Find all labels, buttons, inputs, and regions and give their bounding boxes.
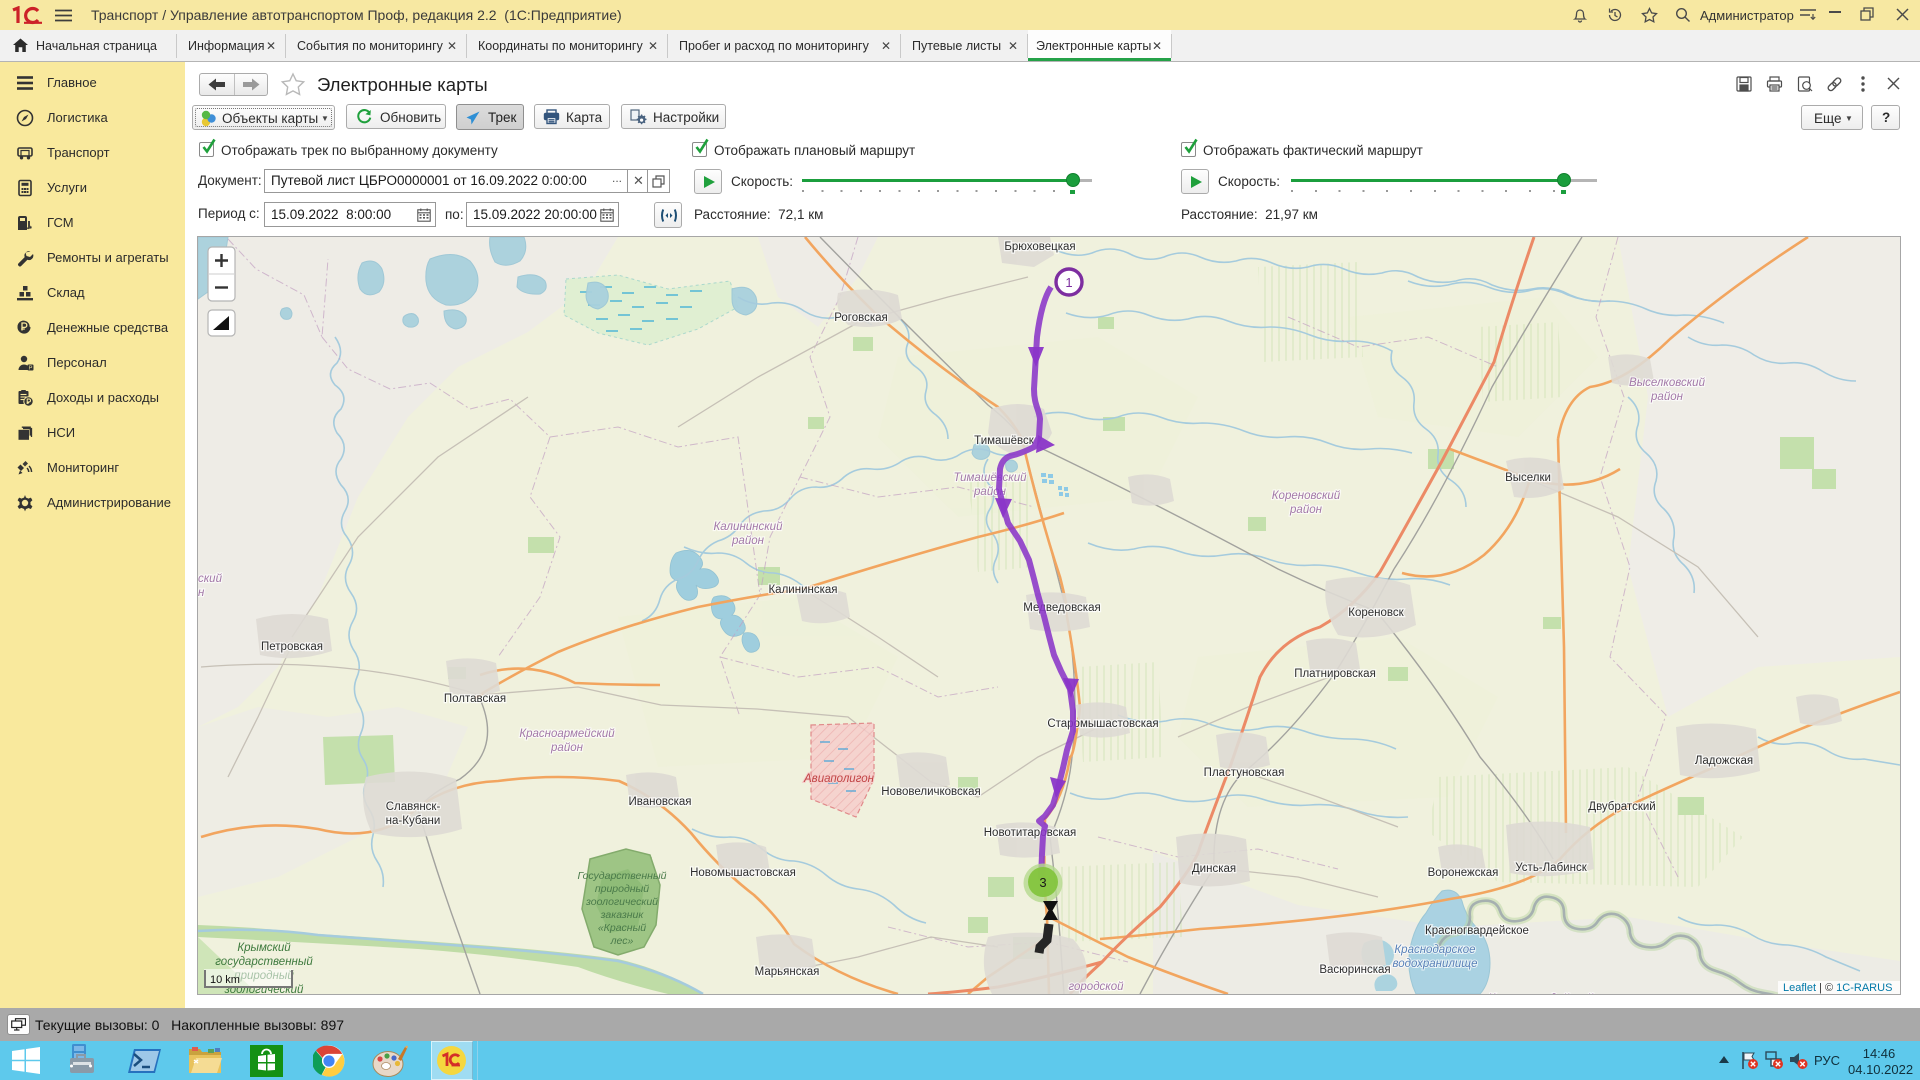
svg-text:зоологический: зоологический xyxy=(585,896,658,908)
svg-text:район: район xyxy=(1289,504,1323,516)
svg-text:на-Кубани: на-Кубани xyxy=(386,815,441,827)
svg-text:Старомышастовская: Старомышастовская xyxy=(1047,718,1158,730)
svg-text:район: район xyxy=(550,742,584,754)
svg-text:Кореновский: Кореновский xyxy=(1272,490,1341,502)
svg-text:государственный: государственный xyxy=(215,956,313,968)
svg-text:Петровская: Петровская xyxy=(261,641,323,653)
svg-text:1: 1 xyxy=(1065,275,1072,290)
svg-text:Динская: Динская xyxy=(1192,863,1236,875)
svg-text:заказник: заказник xyxy=(600,909,645,921)
svg-text:Красноармейский: Красноармейский xyxy=(519,728,615,740)
svg-text:Краснодарское: Краснодарское xyxy=(1394,944,1475,956)
svg-text:Авиаполигон: Авиаполигон xyxy=(803,773,875,785)
svg-text:Калининская: Калининская xyxy=(768,584,837,596)
svg-text:Выселки: Выселки xyxy=(1505,472,1551,484)
svg-text:Leaflet | © 1C-RARUS: Leaflet | © 1C-RARUS xyxy=(1783,982,1892,994)
svg-text:Полтавская: Полтавская xyxy=(444,693,506,705)
svg-text:Крымский: Крымский xyxy=(237,942,291,954)
svg-text:Нововеличковская: Нововеличковская xyxy=(881,786,980,798)
svg-text:н: н xyxy=(198,587,205,599)
svg-text:Ладожская: Ладожская xyxy=(1695,755,1753,767)
svg-text:Роговская: Роговская xyxy=(834,312,888,324)
svg-text:район: район xyxy=(1650,391,1684,403)
svg-text:Брюховецкая: Брюховецкая xyxy=(1004,241,1075,253)
svg-text:водохранилище: водохранилище xyxy=(1393,958,1478,970)
svg-text:Усть-Лабинск: Усть-Лабинск xyxy=(1515,862,1587,874)
svg-text:Платнировская: Платнировская xyxy=(1294,668,1376,680)
svg-text:3: 3 xyxy=(1039,875,1046,890)
svg-text:«Красный: «Красный xyxy=(598,922,646,934)
svg-text:Калининский: Калининский xyxy=(714,521,784,533)
svg-text:Тимашёвский: Тимашёвский xyxy=(954,472,1028,484)
svg-text:Марьянская: Марьянская xyxy=(755,966,820,978)
svg-text:Выселковский: Выселковский xyxy=(1629,377,1706,389)
svg-text:Васюринская: Васюринская xyxy=(1319,964,1390,976)
svg-text:Р: Р xyxy=(29,366,33,372)
svg-text:городской: городской xyxy=(1068,981,1124,993)
svg-text:лес»: лес» xyxy=(610,935,634,947)
svg-text:природный: природный xyxy=(595,883,649,895)
svg-text:Кореновск: Кореновск xyxy=(1348,607,1404,619)
svg-text:район: район xyxy=(731,535,765,547)
svg-text:Новотитаровская: Новотитаровская xyxy=(984,827,1076,839)
svg-text:Тимашёвск: Тимашёвск xyxy=(974,435,1035,447)
svg-text:Воронежская: Воронежская xyxy=(1428,867,1499,879)
svg-text:Двубратский: Двубратский xyxy=(1588,801,1655,813)
svg-text:Пластуновская: Пластуновская xyxy=(1204,767,1285,779)
svg-text:Государственный: Государственный xyxy=(577,870,666,882)
svg-text:Медведовская: Медведовская xyxy=(1023,602,1100,614)
svg-text:10 km: 10 km xyxy=(210,974,240,986)
svg-text:Красногвардейское: Красногвардейское xyxy=(1425,925,1529,937)
svg-text:Красногвардейский: Красногвардейский xyxy=(1488,993,1594,994)
svg-text:Новомышастовская: Новомышастовская xyxy=(690,867,796,879)
svg-text:Ивановская: Ивановская xyxy=(628,796,691,808)
svg-text:ский: ский xyxy=(198,573,223,585)
svg-text:Славянск-: Славянск- xyxy=(386,801,441,813)
